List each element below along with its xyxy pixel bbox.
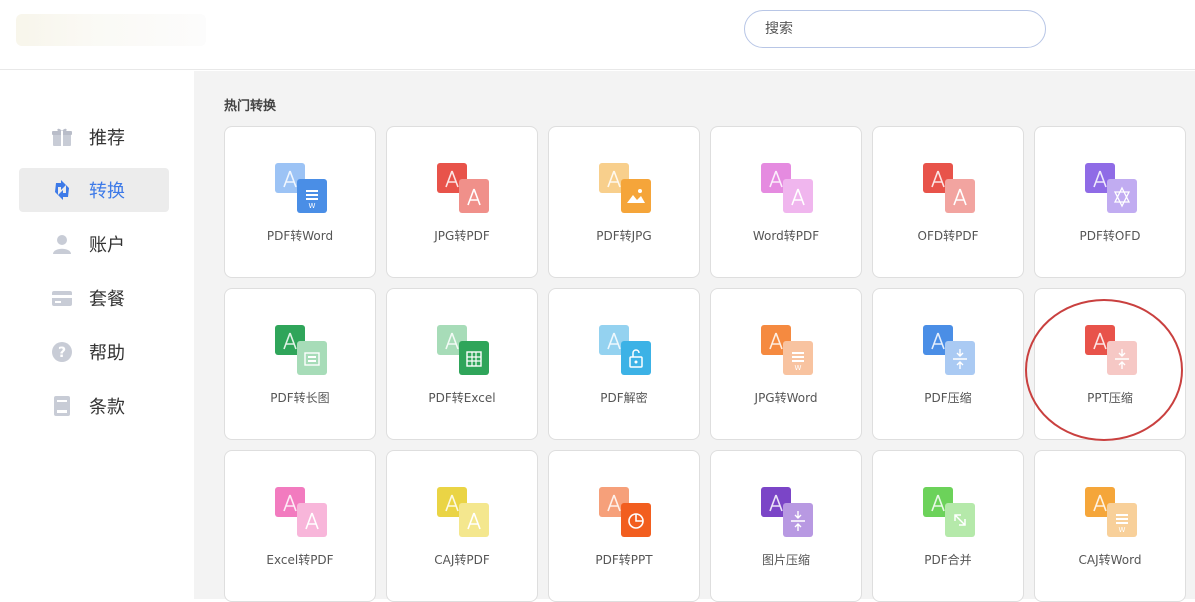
ofd-to-pdf-icon <box>923 163 975 215</box>
tool-card-label: OFD转PDF <box>917 229 979 243</box>
caj-to-pdf-icon <box>437 487 489 539</box>
jpg-to-pdf-icon <box>437 163 489 215</box>
sidebar-item-help[interactable]: ? 帮助 <box>19 330 169 374</box>
word-to-pdf-icon <box>761 163 813 215</box>
tool-card-label: PDF解密 <box>600 391 648 405</box>
tool-card[interactable]: PDF压缩 <box>872 288 1024 440</box>
sidebar-item-account[interactable]: 账户 <box>19 222 169 266</box>
pdf-to-excel-icon <box>437 325 489 377</box>
tool-card[interactable]: PDF转JPG <box>548 126 700 278</box>
document-icon <box>51 395 73 417</box>
svg-text:W: W <box>309 202 316 210</box>
pdf-compress-icon <box>923 325 975 377</box>
tool-card[interactable]: PDF转长图 <box>224 288 376 440</box>
sidebar: 推荐 转换 账户 套餐 ? 帮助 条款 <box>0 71 194 599</box>
top-bar <box>0 0 1195 70</box>
pdf-to-ofd-icon <box>1085 163 1137 215</box>
tool-card-label: PDF转Word <box>266 229 334 243</box>
section-title: 热门转换 <box>224 99 277 114</box>
tool-card-label: JPG转PDF <box>434 229 490 243</box>
svg-text:?: ? <box>58 345 66 361</box>
tool-card[interactable]: PDF转Excel <box>386 288 538 440</box>
help-icon: ? <box>51 341 73 363</box>
tool-card[interactable]: PDF合并 <box>872 450 1024 602</box>
tool-card-label: PDF合并 <box>924 553 972 567</box>
caj-to-word-icon: W <box>1085 487 1137 539</box>
tool-card-label: 图片压缩 <box>761 553 810 567</box>
svg-text:W: W <box>795 364 802 372</box>
sidebar-item-label: 帮助 <box>89 343 125 364</box>
image-compress-icon <box>761 487 813 539</box>
pdf-to-ppt-icon <box>599 487 651 539</box>
card-icon <box>51 287 73 309</box>
sidebar-item-recommend[interactable]: 推荐 <box>19 115 169 159</box>
pdf-merge-icon <box>923 487 975 539</box>
tool-card[interactable]: OFD转PDF <box>872 126 1024 278</box>
pdf-to-word-icon: W <box>275 163 327 215</box>
tool-card[interactable]: JPG转PDF <box>386 126 538 278</box>
sidebar-item-label: 推荐 <box>89 128 125 149</box>
tool-card[interactable]: 图片压缩 <box>710 450 862 602</box>
sidebar-item-plan[interactable]: 套餐 <box>19 276 169 320</box>
user-icon <box>51 233 73 255</box>
jpg-to-word-icon: W <box>761 325 813 377</box>
sidebar-item-terms[interactable]: 条款 <box>19 384 169 428</box>
main-panel: 热门转换 W PDF转Word JPG转PDF PDF转JPG Word转PDF OFD转… <box>194 71 1195 602</box>
excel-to-pdf-icon <box>275 487 327 539</box>
tool-card[interactable]: PPT压缩 <box>1034 288 1186 440</box>
tool-card[interactable]: PDF转PPT <box>548 450 700 602</box>
tool-card-label: PPT压缩 <box>1087 391 1133 405</box>
tool-card-label: CAJ转Word <box>1078 553 1142 567</box>
search-input[interactable] <box>765 21 1025 37</box>
tool-card[interactable]: Word转PDF <box>710 126 862 278</box>
tool-card-label: CAJ转PDF <box>434 553 490 567</box>
tool-card[interactable]: PDF转OFD <box>1034 126 1186 278</box>
sidebar-item-label: 账户 <box>89 235 125 256</box>
tool-card[interactable]: W CAJ转Word <box>1034 450 1186 602</box>
tool-card-label: PDF转Excel <box>428 391 496 405</box>
search-box[interactable] <box>744 10 1046 48</box>
tool-card-label: PDF压缩 <box>924 391 972 405</box>
tool-card-label: Excel转PDF <box>266 553 334 567</box>
tool-card[interactable]: PDF解密 <box>548 288 700 440</box>
gift-icon <box>51 126 73 148</box>
tool-card[interactable]: Excel转PDF <box>224 450 376 602</box>
tool-card[interactable]: CAJ转PDF <box>386 450 538 602</box>
tool-card-label: PDF转长图 <box>270 391 330 405</box>
tool-card-label: JPG转Word <box>754 391 818 405</box>
convert-icon <box>51 179 73 201</box>
app-logo[interactable] <box>16 14 206 46</box>
sidebar-item-convert[interactable]: 转换 <box>19 168 169 212</box>
tool-card-label: Word转PDF <box>752 229 820 243</box>
pdf-to-long-image-icon <box>275 325 327 377</box>
tool-card-label: PDF转JPG <box>596 229 652 243</box>
pdf-to-jpg-icon <box>599 163 651 215</box>
tool-card-label: PDF转PPT <box>595 553 653 567</box>
tool-card[interactable]: W PDF转Word <box>224 126 376 278</box>
tool-card[interactable]: W JPG转Word <box>710 288 862 440</box>
sidebar-item-label: 条款 <box>89 397 125 418</box>
sidebar-item-label: 套餐 <box>89 289 125 310</box>
pdf-decrypt-icon <box>599 325 651 377</box>
svg-text:W: W <box>1119 526 1126 534</box>
ppt-compress-icon <box>1085 325 1137 377</box>
sidebar-item-label: 转换 <box>89 181 125 202</box>
tool-card-label: PDF转OFD <box>1079 229 1141 243</box>
